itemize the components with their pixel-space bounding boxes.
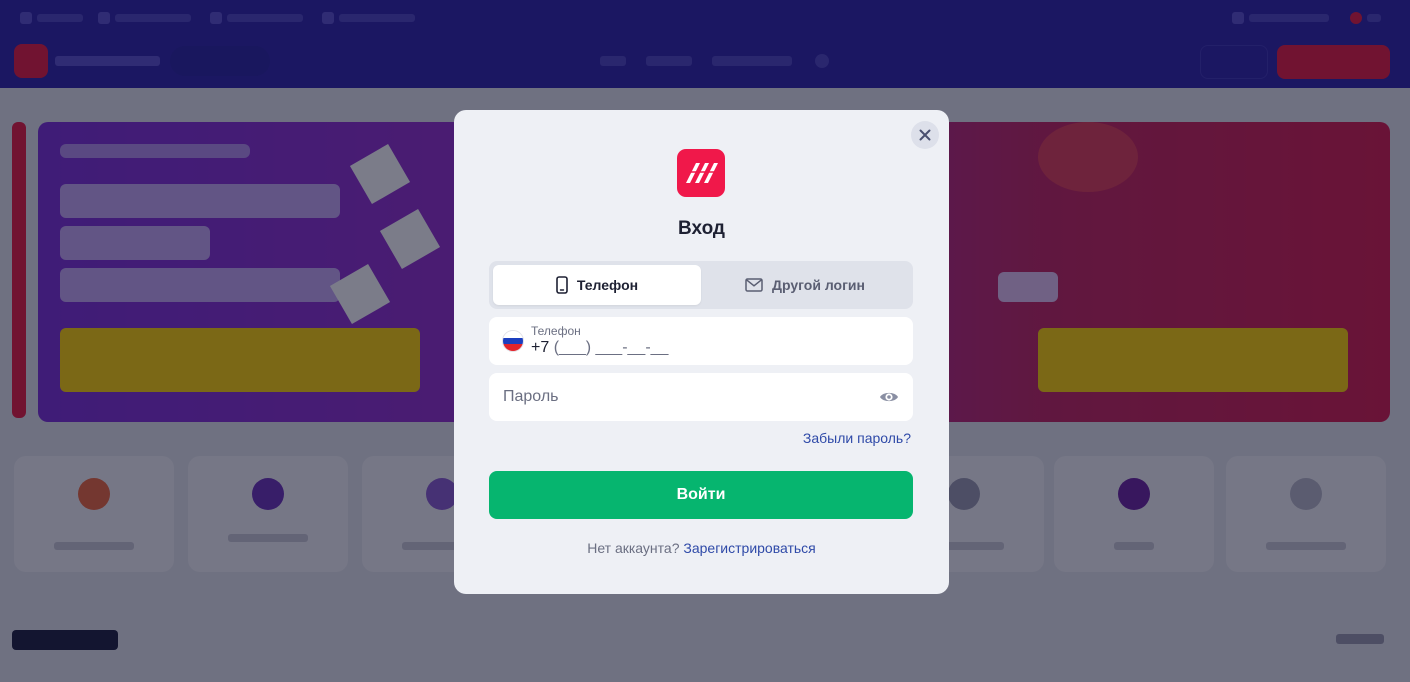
- phone-icon: [556, 276, 568, 294]
- brand-logo: [677, 149, 725, 197]
- close-button[interactable]: [911, 121, 939, 149]
- phone-field-label: Телефон: [531, 324, 581, 338]
- brand-logo-icon: [686, 163, 718, 183]
- login-method-tabs: Телефон Другой логин: [489, 261, 913, 309]
- forgot-password-link[interactable]: Забыли пароль?: [803, 430, 911, 446]
- tab-other-login-label: Другой логин: [772, 277, 865, 293]
- login-button[interactable]: Войти: [489, 471, 913, 519]
- modal-title: Вход: [678, 218, 725, 239]
- no-account-text: Нет аккаунта?: [587, 540, 680, 556]
- phone-mask: (___) ___-__-__: [553, 339, 669, 356]
- russia-flag-icon: [502, 330, 524, 352]
- tab-other-login[interactable]: Другой логин: [701, 265, 909, 305]
- password-field[interactable]: [489, 373, 913, 421]
- tab-phone-label: Телефон: [576, 277, 639, 293]
- tab-phone[interactable]: Телефон: [493, 265, 701, 305]
- register-link[interactable]: Зарегистрироваться: [683, 540, 815, 556]
- password-input[interactable]: [503, 373, 863, 421]
- register-prompt: Нет аккаунта? Зарегистрироваться: [454, 540, 949, 556]
- phone-input[interactable]: +7 (___) ___-__-__: [531, 339, 668, 357]
- close-icon: [919, 129, 931, 141]
- phone-prefix: +7: [531, 339, 550, 356]
- eye-icon[interactable]: [879, 388, 899, 406]
- envelope-icon: [745, 278, 763, 292]
- phone-field[interactable]: Телефон +7 (___) ___-__-__: [489, 317, 913, 365]
- login-modal: Вход Телефон Другой логин Телефон +7 (__…: [454, 110, 949, 594]
